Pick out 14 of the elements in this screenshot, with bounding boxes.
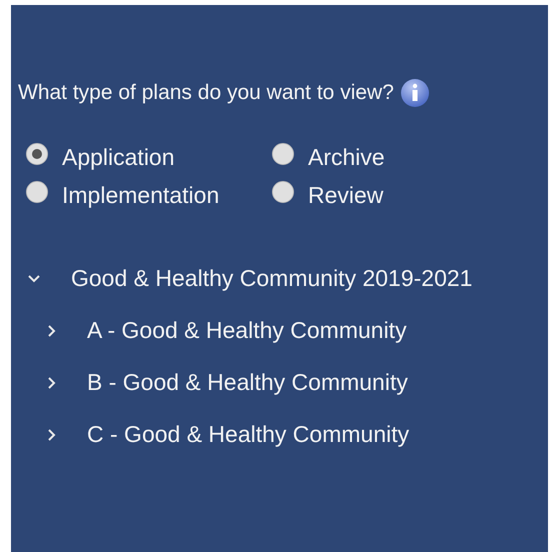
radio-label[interactable]: Implementation <box>62 178 220 213</box>
info-icon[interactable] <box>400 78 430 108</box>
tree-item[interactable]: Good & Healthy Community 2019-2021 <box>71 261 472 296</box>
radio-label[interactable]: Review <box>308 178 384 213</box>
question-text: What type of plans do you want to view? <box>18 80 394 106</box>
tree-item[interactable]: B - Good & Healthy Community <box>87 365 408 400</box>
radio-button[interactable] <box>26 142 48 164</box>
tree-item[interactable]: A - Good & Healthy Community <box>87 313 407 348</box>
radio-button[interactable] <box>26 180 48 202</box>
radio-button[interactable] <box>272 142 294 164</box>
tree-item[interactable]: C - Good & Healthy Community <box>87 417 410 452</box>
radio-label[interactable]: Archive <box>308 140 385 175</box>
radio-label[interactable]: Application <box>62 140 175 175</box>
radio-button[interactable] <box>272 180 294 202</box>
